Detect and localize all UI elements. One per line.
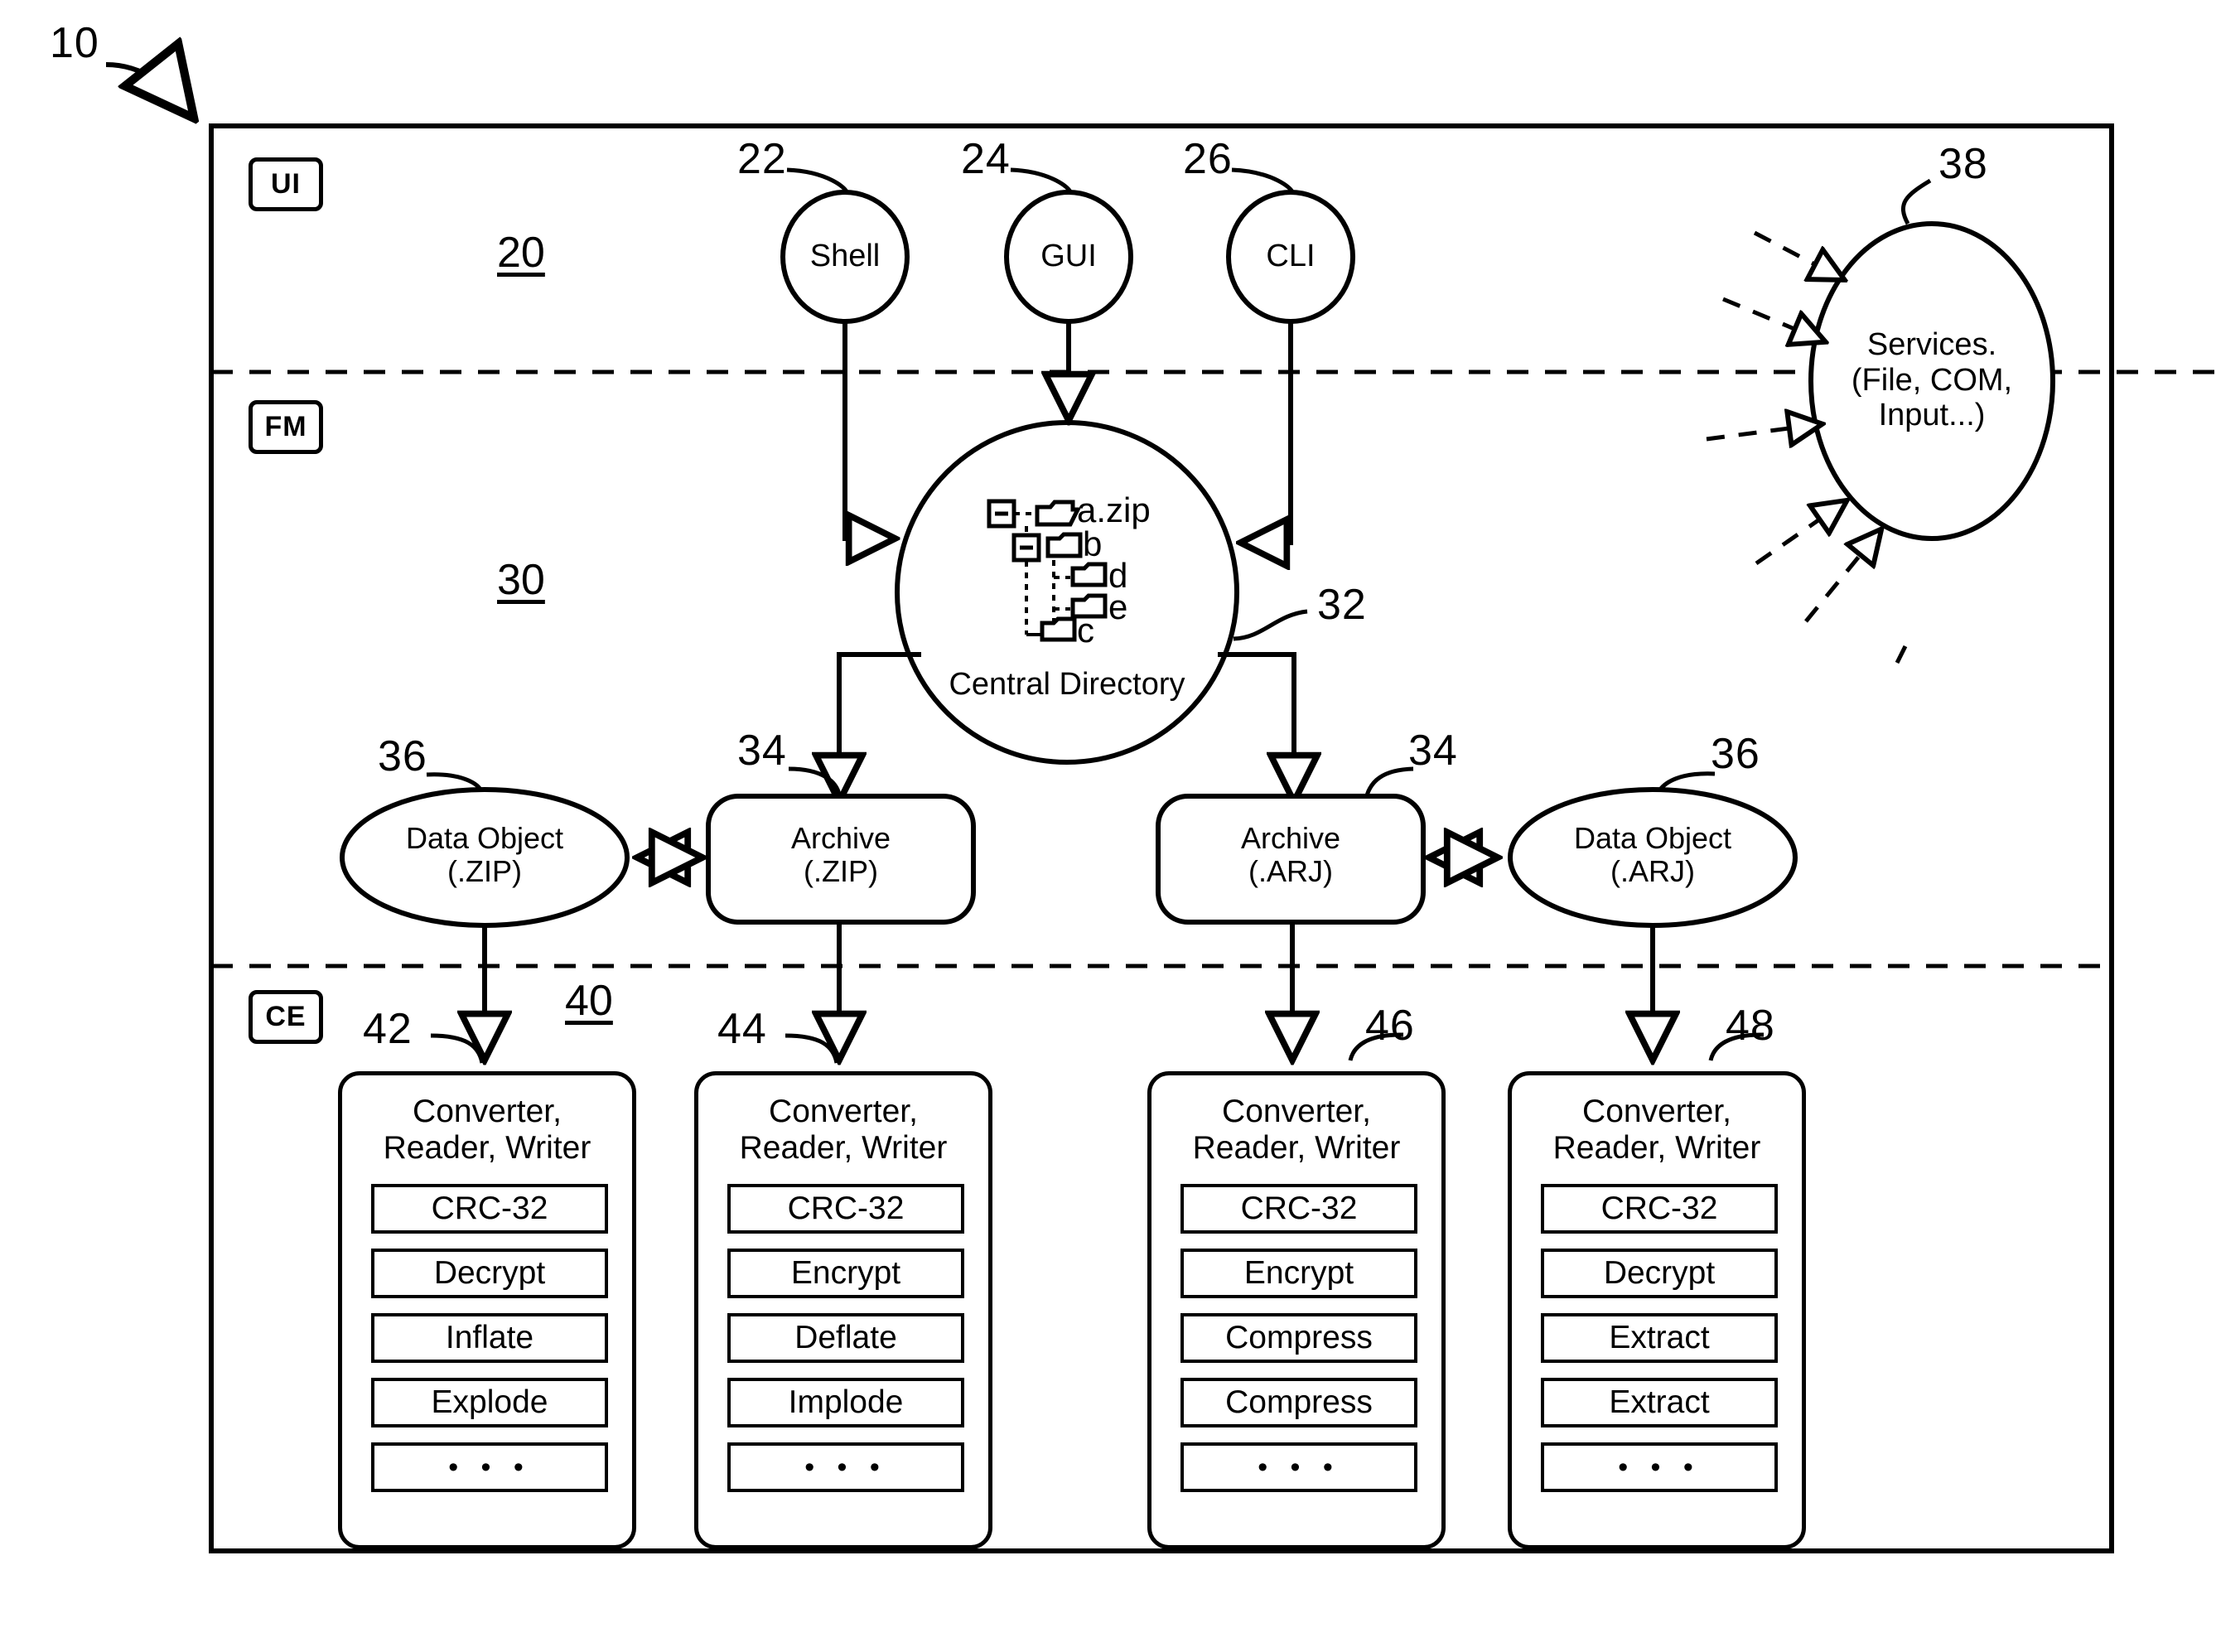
- leader-38: [1901, 178, 1932, 225]
- converter-46-title-line-1: Converter,: [1222, 1094, 1371, 1129]
- tree-item-b-label[interactable]: b: [1083, 524, 1102, 564]
- tree-item-c-label[interactable]: c: [1077, 611, 1094, 650]
- converter-48-slot-3[interactable]: Extract: [1541, 1313, 1778, 1363]
- layer-tag-ui: UI: [249, 157, 323, 211]
- services-line-2: (File, COM,: [1851, 362, 2013, 398]
- ref-22: 22: [737, 135, 787, 183]
- converter-46-title: Converter, Reader, Writer: [1151, 1094, 1441, 1166]
- converter-box-42[interactable]: Converter, Reader, Writer CRC-32 Decrypt…: [338, 1071, 636, 1549]
- figure-ref-10: 10: [50, 19, 99, 67]
- converter-44-slot-4[interactable]: Implode: [727, 1378, 964, 1427]
- ref-46: 46: [1365, 1002, 1415, 1050]
- converter-48-title-line-1: Converter,: [1582, 1094, 1731, 1129]
- archive-arj-line-1: Archive: [1240, 821, 1341, 855]
- services-label: Services. (File, COM, Input...): [1808, 327, 2056, 433]
- ref-32: 32: [1317, 581, 1367, 629]
- converter-44-slot-1[interactable]: CRC-32: [727, 1184, 964, 1234]
- archive-zip-line-1: Archive: [790, 821, 891, 855]
- gui-node-label: GUI: [1040, 239, 1097, 273]
- cli-node-label: CLI: [1266, 239, 1316, 273]
- converter-46-slot-5[interactable]: • • •: [1180, 1442, 1417, 1492]
- archive-arj-line-2: (.ARJ): [1248, 854, 1333, 889]
- ref-26: 26: [1183, 135, 1233, 183]
- ref-48: 48: [1726, 1002, 1775, 1050]
- figure-canvas: 10 UI 20 FM 30 CE 40 22 24 26 Shell GUI …: [0, 0, 2216, 1652]
- converter-42-slot-2[interactable]: Decrypt: [371, 1249, 608, 1298]
- folder-icon-b: [1045, 532, 1083, 558]
- archive-zip-label: Archive (.ZIP): [717, 821, 965, 889]
- ref-38: 38: [1938, 140, 1988, 188]
- ref-24: 24: [961, 135, 1011, 183]
- layer-ref-40: 40: [565, 977, 613, 1025]
- ref-34-left: 34: [737, 727, 787, 775]
- folder-icon-c: [1040, 616, 1077, 642]
- converter-48-slot-1[interactable]: CRC-32: [1541, 1184, 1778, 1234]
- edge-shell-to-central-directory: [842, 321, 893, 539]
- converter-42-title-line-2: Reader, Writer: [383, 1129, 591, 1166]
- converter-44-slot-3[interactable]: Deflate: [727, 1313, 964, 1363]
- central-directory-caption: Central Directory: [949, 667, 1185, 702]
- layer-tag-ce: CE: [249, 990, 323, 1044]
- data-object-arj-line-1: Data Object: [1573, 821, 1732, 855]
- service-tick-mark: [1895, 645, 1908, 664]
- folder-icon-d: [1070, 562, 1108, 587]
- converter-44-title: Converter, Reader, Writer: [698, 1094, 988, 1166]
- converter-48-slot-5[interactable]: • • •: [1541, 1442, 1778, 1492]
- converter-42-slot-1[interactable]: CRC-32: [371, 1184, 608, 1234]
- converter-44-title-line-2: Reader, Writer: [739, 1129, 948, 1166]
- services-line-3: Input...): [1878, 398, 1986, 433]
- converter-42-slot-4[interactable]: Explode: [371, 1378, 608, 1427]
- converter-48-slot-2[interactable]: Decrypt: [1541, 1249, 1778, 1298]
- converter-48-title: Converter, Reader, Writer: [1512, 1094, 1802, 1166]
- data-object-zip-line-2: (.ZIP): [447, 854, 522, 889]
- data-object-zip-line-1: Data Object: [405, 821, 564, 855]
- converter-42-title-line-1: Converter,: [413, 1094, 562, 1129]
- figure-callout-10: [105, 65, 192, 116]
- shell-node-label: Shell: [809, 239, 881, 273]
- edge-cli-to-central-directory: [1243, 321, 1293, 543]
- data-object-zip-label: Data Object (.ZIP): [360, 821, 609, 889]
- layer-ref-30: 30: [497, 556, 545, 604]
- layer-ref-20: 20: [497, 229, 545, 277]
- converter-44-title-line-1: Converter,: [769, 1094, 918, 1129]
- converter-42-title: Converter, Reader, Writer: [342, 1094, 632, 1166]
- converter-46-title-line-2: Reader, Writer: [1192, 1129, 1401, 1166]
- converter-44-slot-2[interactable]: Encrypt: [727, 1249, 964, 1298]
- converter-48-slot-4[interactable]: Extract: [1541, 1378, 1778, 1427]
- central-directory-node[interactable]: [895, 420, 1239, 765]
- converter-42-slot-5[interactable]: • • •: [371, 1442, 608, 1492]
- converter-box-46[interactable]: Converter, Reader, Writer CRC-32 Encrypt…: [1147, 1071, 1446, 1549]
- ref-44: 44: [717, 1005, 767, 1053]
- tree-item-e-label[interactable]: e: [1108, 587, 1127, 627]
- archive-zip-line-2: (.ZIP): [804, 854, 878, 889]
- ref-42: 42: [363, 1005, 413, 1053]
- converter-box-44[interactable]: Converter, Reader, Writer CRC-32 Encrypt…: [694, 1071, 992, 1549]
- converter-46-slot-4[interactable]: Compress: [1180, 1378, 1417, 1427]
- leader-32: [1233, 609, 1308, 641]
- data-object-arj-label: Data Object (.ARJ): [1528, 821, 1777, 889]
- converter-44-slot-5[interactable]: • • •: [727, 1442, 964, 1492]
- ref-36-left: 36: [378, 732, 427, 780]
- converter-box-48[interactable]: Converter, Reader, Writer CRC-32 Decrypt…: [1508, 1071, 1806, 1549]
- layer-tag-fm: FM: [249, 400, 323, 454]
- services-line-1: Services.: [1866, 327, 1997, 362]
- open-folder-icon-a-zip: [1035, 500, 1082, 527]
- ref-34-right: 34: [1408, 727, 1458, 775]
- converter-48-title-line-2: Reader, Writer: [1552, 1129, 1761, 1166]
- converter-46-slot-1[interactable]: CRC-32: [1180, 1184, 1417, 1234]
- converter-42-slot-3[interactable]: Inflate: [371, 1313, 608, 1363]
- ref-36-right: 36: [1711, 730, 1760, 778]
- converter-46-slot-3[interactable]: Compress: [1180, 1313, 1417, 1363]
- converter-46-slot-2[interactable]: Encrypt: [1180, 1249, 1417, 1298]
- archive-arj-label: Archive (.ARJ): [1166, 821, 1415, 889]
- data-object-arj-line-2: (.ARJ): [1610, 854, 1695, 889]
